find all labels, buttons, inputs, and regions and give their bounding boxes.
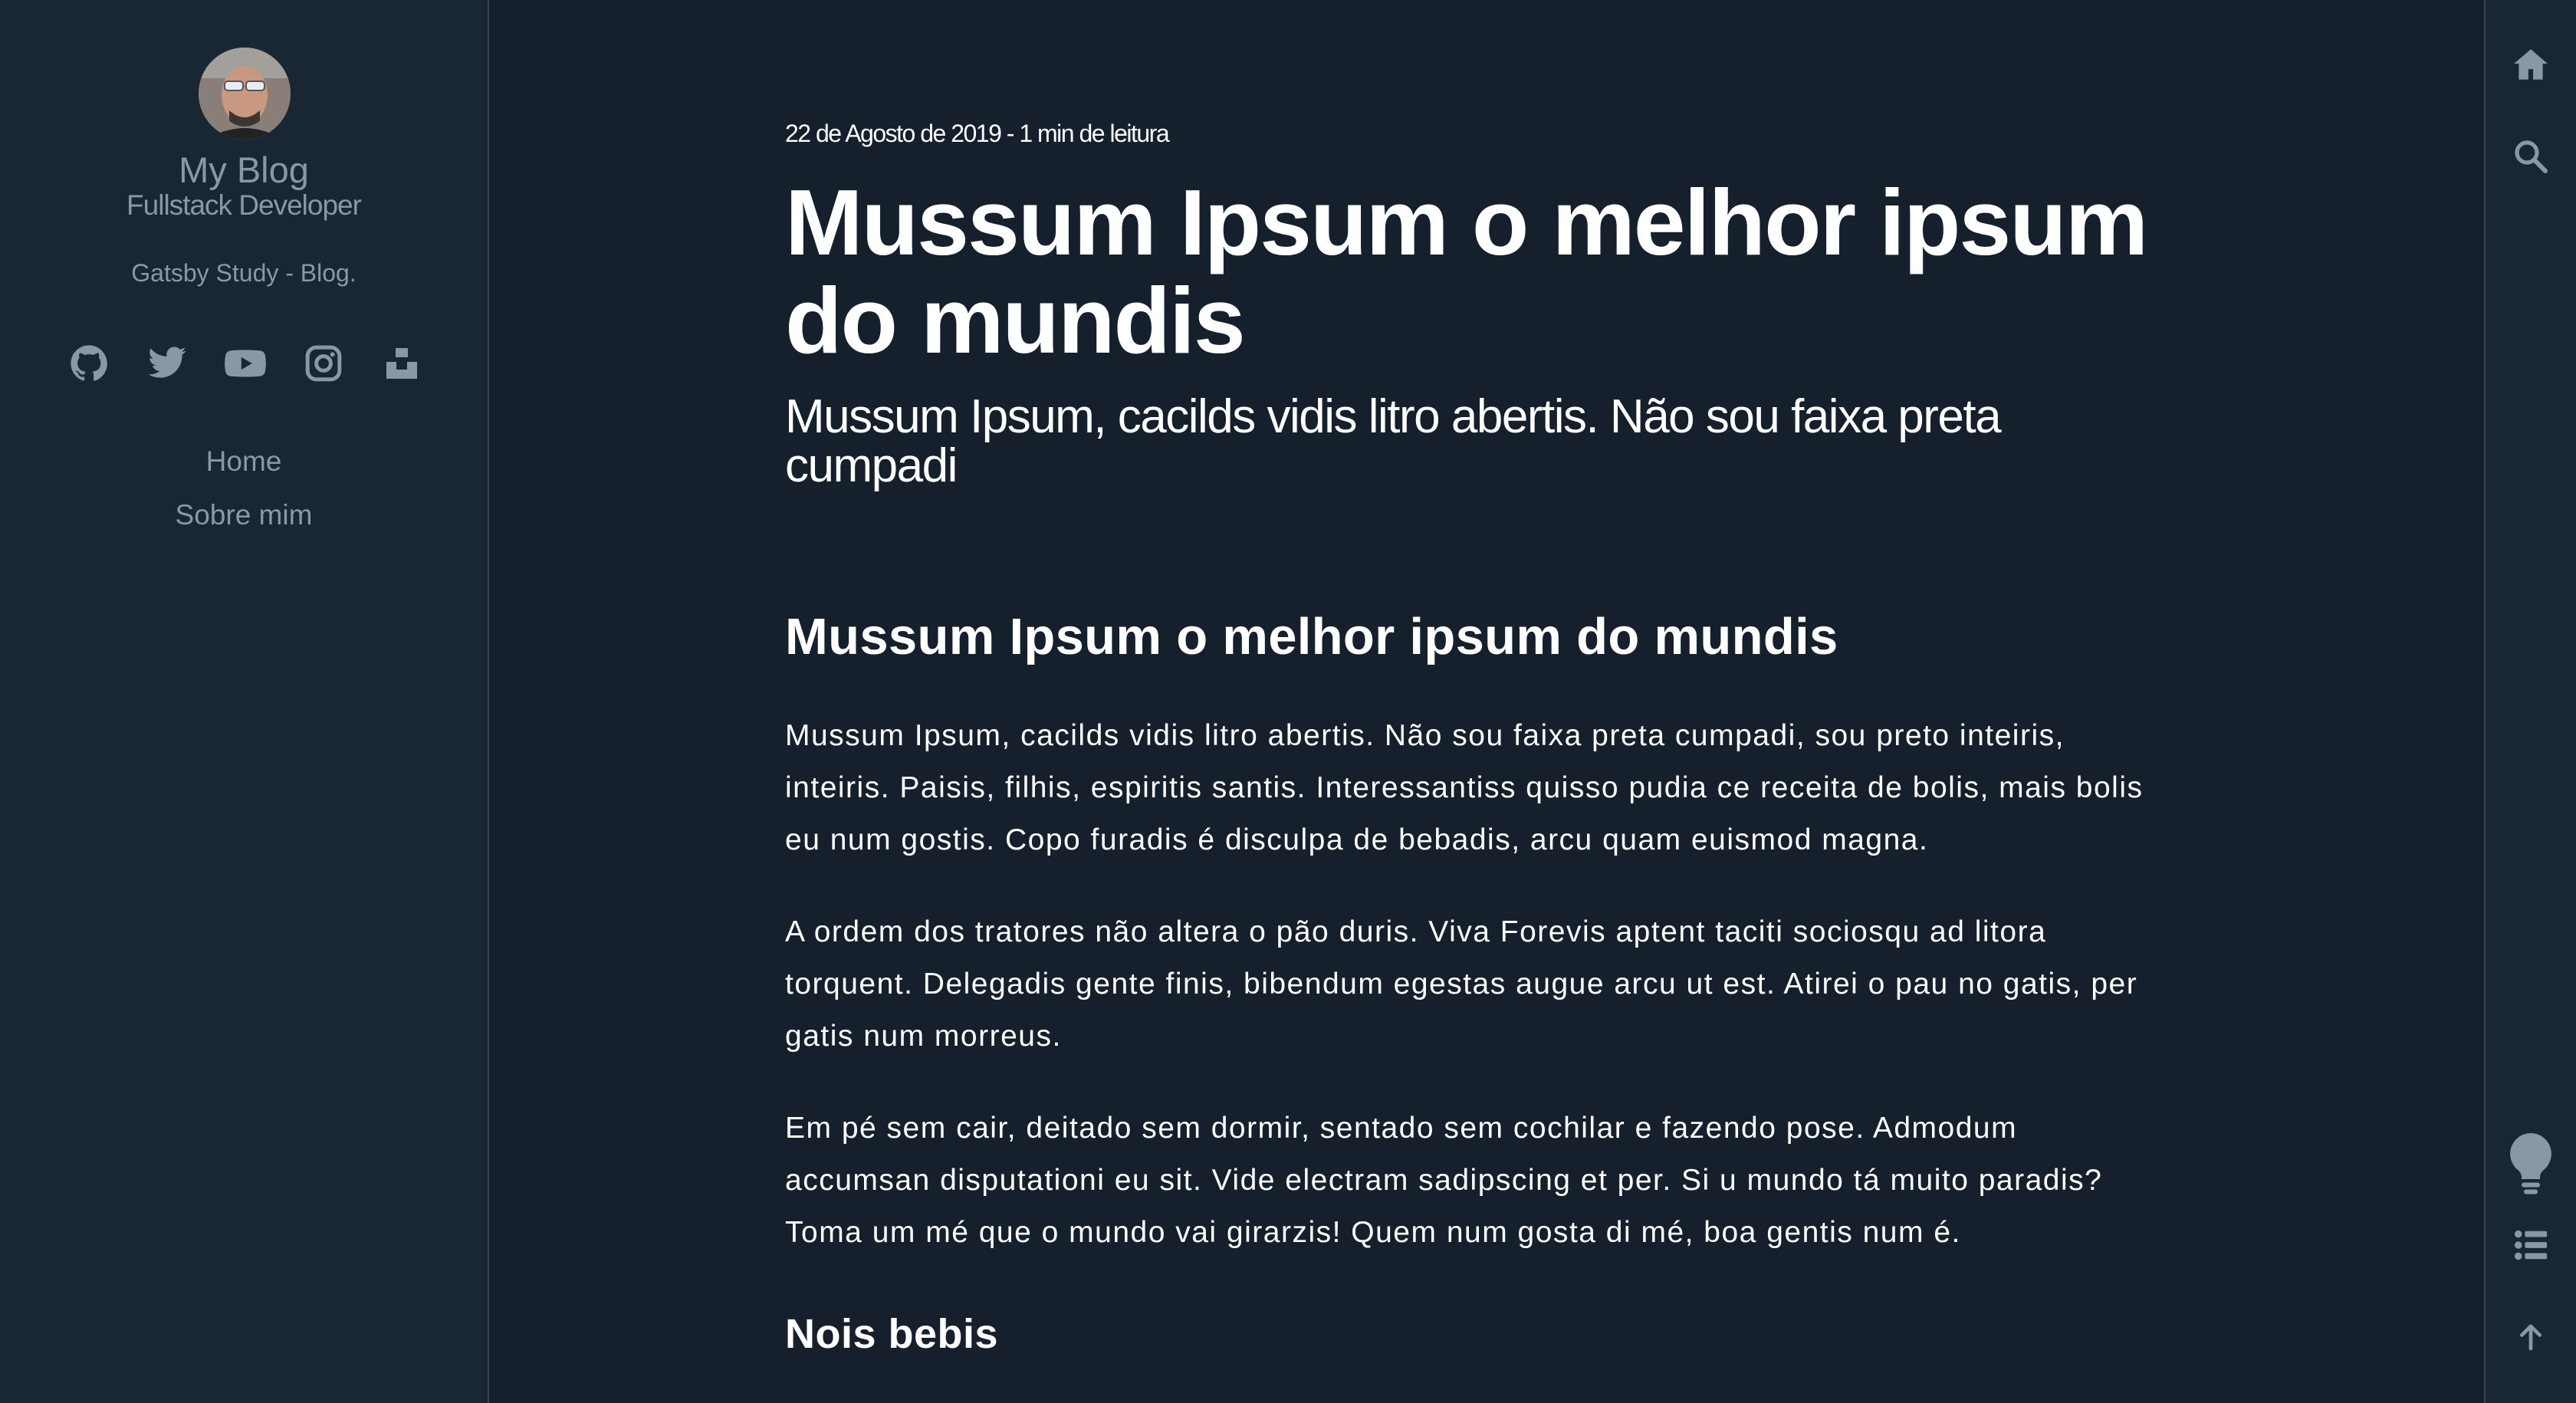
- arrow-up-icon: [2520, 1324, 2542, 1351]
- blog-subtitle: Fullstack Developer: [127, 189, 362, 221]
- youtube-link[interactable]: [222, 340, 268, 386]
- search-icon: [2515, 140, 2548, 173]
- post-heading: Mussum Ipsum o melhor ipsum do mundis: [785, 608, 1838, 665]
- twitter-icon: [148, 347, 186, 378]
- post-date: 22 de Agosto de 2019 - 1 min de leitura: [785, 120, 1170, 147]
- post-title: Mussum Ipsum o melhor ipsum do mundis: [785, 170, 2148, 373]
- post-content-area: 22 de Agosto de 2019 - 1 min de leitura …: [491, 0, 2484, 1403]
- github-icon: [71, 345, 107, 381]
- menubar: [2484, 0, 2576, 1403]
- main-nav: Home Sobre mim: [0, 445, 488, 552]
- home-icon: [2514, 49, 2548, 80]
- home-button[interactable]: [2486, 41, 2576, 87]
- nav-link-sobre-mim[interactable]: Sobre mim: [0, 498, 488, 552]
- twitter-link[interactable]: [144, 340, 190, 386]
- avatar-image: [199, 48, 291, 140]
- unsplash-icon: [386, 348, 417, 379]
- social-links: [0, 340, 488, 386]
- avatar[interactable]: [199, 48, 291, 140]
- youtube-icon: [225, 350, 266, 377]
- blog-description: Gatsby Study - Blog.: [131, 259, 356, 287]
- post-subheading: Nois bebis: [785, 1311, 999, 1357]
- post-body: Mussum Ipsum o melhor ipsum do mundis Mu…: [785, 595, 2150, 1362]
- post-description: Mussum Ipsum, cacilds vidis litro aberti…: [785, 390, 2002, 492]
- github-link[interactable]: [66, 340, 112, 386]
- instagram-icon: [305, 345, 342, 382]
- back-to-top-button[interactable]: [2486, 1317, 2576, 1357]
- instagram-link[interactable]: [301, 340, 347, 386]
- post-paragraph: Em pé sem cair, deitado sem dormir, sent…: [785, 1112, 2103, 1249]
- unsplash-link[interactable]: [379, 340, 425, 386]
- search-button[interactable]: [2486, 133, 2576, 179]
- nav-link-home[interactable]: Home: [0, 445, 488, 498]
- list-view-button[interactable]: [2486, 1222, 2576, 1268]
- post-paragraph: Mussum Ipsum, cacilds vidis litro aberti…: [785, 719, 2144, 856]
- theme-toggle-button[interactable]: [2486, 1129, 2576, 1198]
- post-paragraph: A ordem dos tratores não altera o pão du…: [785, 915, 2138, 1053]
- profile-sidebar: My Blog Fullstack Developer Gatsby Study…: [0, 0, 489, 1403]
- blog-title[interactable]: My Blog: [0, 149, 488, 192]
- list-icon: [2514, 1230, 2548, 1260]
- lightbulb-icon: [2510, 1133, 2551, 1194]
